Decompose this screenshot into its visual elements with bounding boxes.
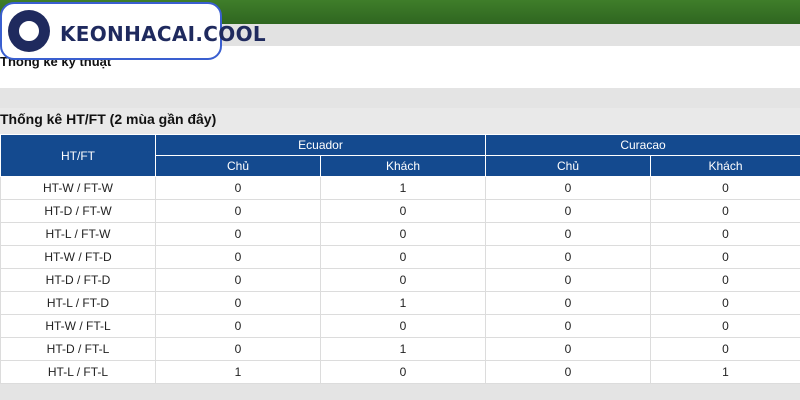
htft-column-header: HT/FT (0, 134, 156, 177)
cell-value: 0 (155, 268, 321, 292)
row-label: HT-D / FT-L (0, 337, 156, 361)
cell-value: 0 (650, 314, 800, 338)
cell-value: 0 (155, 245, 321, 269)
sub-header-home: Chủ (485, 155, 652, 177)
cell-value: 0 (485, 199, 652, 223)
table-row: HT-D / FT-W 0 0 0 0 (0, 199, 800, 223)
table-row: HT-D / FT-D 0 0 0 0 (0, 268, 800, 292)
cell-value: 0 (319, 360, 487, 384)
cell-value: 0 (485, 268, 652, 292)
row-label: HT-L / FT-L (0, 360, 156, 384)
cell-value: 0 (155, 199, 321, 223)
cell-value: 0 (485, 222, 652, 246)
cell-value: 0 (319, 199, 487, 223)
sub-header-away: Khách (650, 155, 800, 177)
table-row: HT-L / FT-D 0 1 0 0 (0, 291, 800, 315)
table-row: HT-W / FT-W 0 1 0 0 (0, 176, 800, 200)
cell-value: 0 (650, 337, 800, 361)
cell-value: 1 (155, 360, 321, 384)
htft-title: Thống kê HT/FT (2 mùa gần đây) (0, 111, 217, 127)
cell-value: 0 (485, 176, 652, 200)
htft-table: HT/FT Ecuador Curacao Chủ Khách Chủ Khác… (0, 134, 800, 384)
table-row: HT-W / FT-L 0 0 0 0 (0, 314, 800, 338)
table-row: HT-L / FT-W 0 0 0 0 (0, 222, 800, 246)
cell-value: 1 (650, 360, 800, 384)
row-label: HT-D / FT-W (0, 199, 156, 223)
row-label: HT-W / FT-D (0, 245, 156, 269)
table-row: HT-W / FT-D 0 0 0 0 (0, 245, 800, 269)
cell-value: 0 (650, 245, 800, 269)
table-row: HT-L / FT-L 1 0 0 1 (0, 360, 800, 384)
cell-value: 0 (485, 337, 652, 361)
cell-value: 0 (650, 222, 800, 246)
cell-value: 0 (155, 176, 321, 200)
cell-value: 0 (319, 245, 487, 269)
cell-value: 0 (485, 291, 652, 315)
cell-value: 1 (319, 291, 487, 315)
sub-header-home: Chủ (155, 155, 321, 177)
row-label: HT-L / FT-D (0, 291, 156, 315)
cell-value: 0 (650, 291, 800, 315)
row-label: HT-W / FT-L (0, 314, 156, 338)
team-header-ecuador: Ecuador (154, 134, 487, 156)
separator-band (0, 88, 800, 108)
cell-value: 0 (319, 268, 487, 292)
cell-value: 0 (155, 314, 321, 338)
cell-value: 0 (485, 245, 652, 269)
footer-band (0, 384, 800, 400)
cell-value: 0 (155, 291, 321, 315)
cell-value: 0 (319, 222, 487, 246)
cell-value: 0 (485, 314, 652, 338)
cell-value: 0 (650, 176, 800, 200)
cell-value: 0 (650, 268, 800, 292)
row-label: HT-D / FT-D (0, 268, 156, 292)
row-label: HT-W / FT-W (0, 176, 156, 200)
cell-value: 1 (319, 176, 487, 200)
row-label: HT-L / FT-W (0, 222, 156, 246)
site-logo[interactable]: KEONHACAI.COOL (0, 2, 266, 60)
cell-value: 1 (319, 337, 487, 361)
cell-value: 0 (485, 360, 652, 384)
cell-value: 0 (319, 314, 487, 338)
cell-value: 0 (155, 222, 321, 246)
soccer-ball-icon (8, 10, 50, 52)
cell-value: 0 (650, 199, 800, 223)
team-header-curacao: Curacao (485, 134, 800, 156)
cell-value: 0 (155, 337, 321, 361)
sub-header-away: Khách (319, 155, 487, 177)
logo-text: KEONHACAI.COOL (60, 22, 266, 46)
table-row: HT-D / FT-L 0 1 0 0 (0, 337, 800, 361)
